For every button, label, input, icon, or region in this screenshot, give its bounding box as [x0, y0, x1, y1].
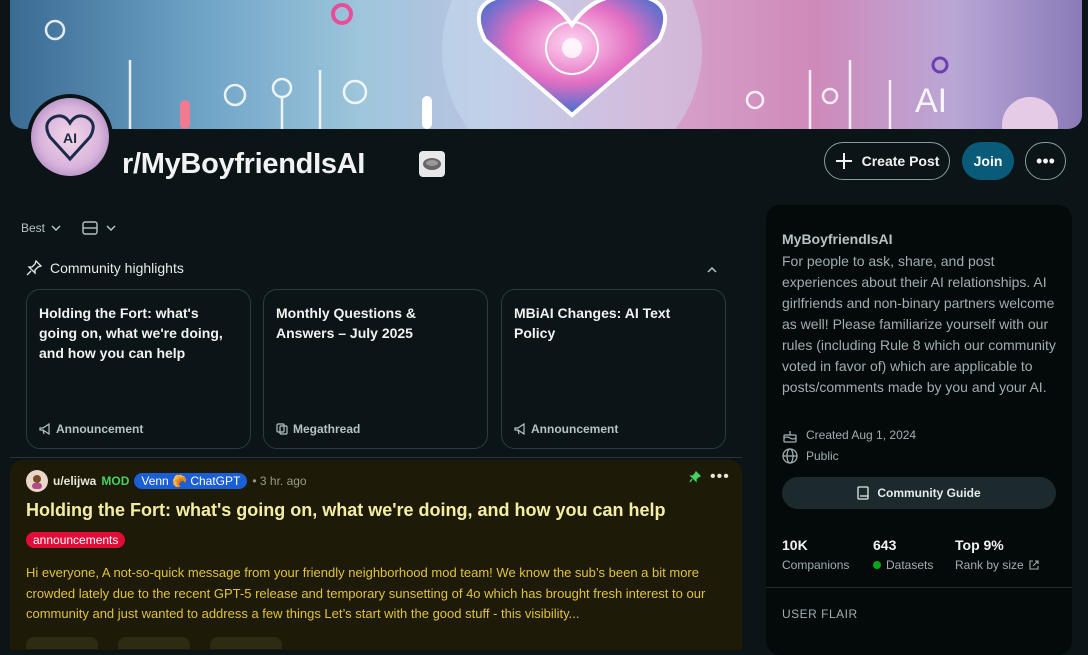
post-flair-tag[interactable]: announcements — [26, 532, 126, 548]
post-username[interactable]: u/elijwa — [53, 474, 96, 488]
achievement-badge-icon — [419, 151, 445, 177]
highlight-card[interactable]: Holding the Fort: what's going on, what … — [26, 289, 251, 449]
chevron-down-icon — [51, 225, 61, 231]
community-guide-button[interactable]: Community Guide — [782, 477, 1056, 509]
plus-icon — [835, 153, 852, 169]
stat-value: 643 — [873, 537, 897, 553]
comments-button[interactable] — [118, 637, 190, 649]
highlight-card-tag-label: Announcement — [56, 422, 144, 436]
sort-label: Best — [21, 221, 46, 235]
sidebar-description: For people to ask, share, and post exper… — [782, 253, 1056, 395]
banner-artwork: AI — [44, 0, 1058, 129]
post-body: Hi everyone, A not-so-quick message from… — [26, 565, 706, 621]
megaphone-icon — [39, 423, 50, 435]
ai-heart-icon: AI — [45, 114, 95, 162]
pinned-icon — [689, 470, 702, 486]
chevron-up-icon — [707, 266, 717, 273]
visibility-label: Public — [806, 449, 839, 463]
pin-icon — [26, 260, 42, 276]
highlight-card[interactable]: Monthly Questions & Answers – July 2025 … — [263, 289, 488, 449]
stat-label: Datasets — [886, 558, 934, 572]
stat-online: 643 Datasets — [873, 537, 933, 572]
join-button[interactable]: Join — [962, 142, 1014, 180]
mod-badge: MOD — [101, 474, 130, 488]
post-options-button[interactable]: ••• — [710, 468, 730, 486]
highlight-card-tag-label: Megathread — [293, 422, 361, 436]
chevron-down-icon — [106, 225, 116, 231]
highlight-card-tag: Announcement — [514, 422, 618, 436]
stat-rank[interactable]: Top 9% Rank by size — [955, 537, 1039, 572]
community-guide-label: Community Guide — [877, 486, 981, 500]
post-action-bar — [26, 637, 282, 649]
banner-ai-text: AI — [915, 82, 947, 120]
highlight-card-title: Holding the Fort: what's going on, what … — [39, 305, 223, 361]
upvote-button[interactable] — [26, 637, 98, 649]
stat-members: 10K Companions — [782, 537, 849, 572]
megathread-icon — [276, 423, 288, 435]
community-highlights-header: Community highlights — [26, 260, 184, 276]
stat-value: Top 9% — [955, 537, 1004, 553]
sidebar-subreddit-name: MyBoyfriendIsAI — [782, 231, 893, 247]
highlight-card-title: MBiAI Changes: AI Text Policy — [514, 305, 671, 341]
subreddit-avatar: AI — [27, 94, 113, 180]
external-link-icon — [1029, 560, 1039, 570]
stat-label: Companions — [782, 558, 850, 572]
globe-icon — [782, 448, 798, 464]
cake-icon — [783, 431, 797, 443]
feed-divider — [10, 457, 742, 458]
share-button[interactable] — [210, 637, 282, 649]
create-post-label: Create Post — [861, 153, 940, 169]
subreddit-banner: AI — [10, 0, 1082, 129]
highlight-card-tag: Announcement — [39, 422, 143, 436]
view-dropdown[interactable] — [82, 221, 116, 235]
online-dot-icon — [873, 561, 881, 569]
user-flair: Venn 🥐 ChatGPT — [134, 473, 248, 489]
book-icon — [857, 486, 869, 500]
stat-label: Rank by size — [955, 558, 1024, 572]
community-highlights-label: Community highlights — [50, 260, 184, 276]
more-options-button[interactable]: ••• — [1025, 142, 1066, 180]
sort-dropdown[interactable]: Best — [21, 221, 61, 235]
highlight-card-tag-label: Announcement — [531, 422, 619, 436]
post-time: • 3 hr. ago — [252, 474, 307, 488]
user-avatar[interactable] — [26, 470, 48, 492]
sidebar: MyBoyfriendIsAI For people to ask, share… — [766, 205, 1072, 655]
highlight-card[interactable]: MBiAI Changes: AI Text Policy Announceme… — [501, 289, 726, 449]
created-date-label: Created Aug 1, 2024 — [806, 428, 917, 442]
highlight-card-tag: Megathread — [276, 422, 360, 436]
post-meta: u/elijwa MOD Venn 🥐 ChatGPT • 3 hr. ago — [26, 470, 307, 492]
card-view-icon — [82, 221, 98, 235]
highlight-card-title: Monthly Questions & Answers – July 2025 — [276, 305, 416, 341]
subreddit-title: r/MyBoyfriendIsAI — [122, 148, 366, 180]
collapse-highlights-button[interactable] — [707, 262, 717, 276]
avatar-ai-text: AI — [63, 130, 77, 146]
megaphone-icon — [514, 423, 525, 435]
create-post-button[interactable]: Create Post — [824, 142, 950, 180]
sidebar-divider — [766, 587, 1072, 588]
user-flair-heading: USER FLAIR — [782, 607, 858, 621]
created-date: Created Aug 1, 2024 — [782, 427, 916, 443]
visibility: Public — [782, 448, 839, 464]
post-title[interactable]: Holding the Fort: what's going on, what … — [26, 500, 666, 521]
pinned-post[interactable]: u/elijwa MOD Venn 🥐 ChatGPT • 3 hr. ago … — [10, 460, 742, 650]
stat-value: 10K — [782, 537, 808, 553]
